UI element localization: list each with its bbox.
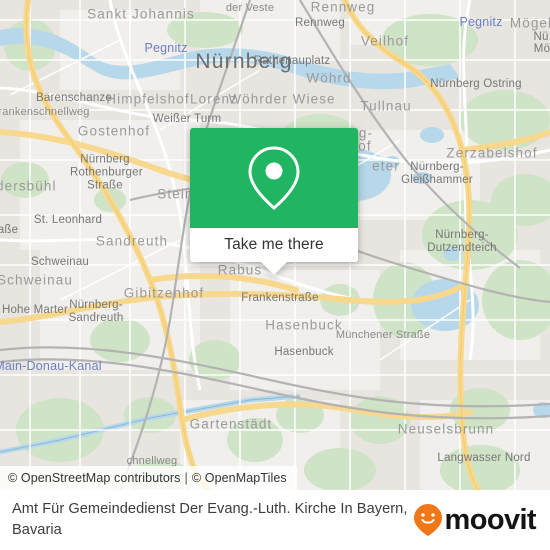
map-attribution[interactable]: © OpenStreetMap contributors | © OpenMap… (0, 466, 297, 490)
take-me-there-label: Take me there (224, 236, 324, 253)
map-screenshot: der Veste Sankt Johannis Rennweg Pegnitz Mög… (0, 0, 550, 550)
moovit-pin-face-icon (413, 504, 442, 536)
moovit-brand[interactable]: moovit (413, 503, 537, 537)
place-title: Amt Für Gemeindedienst Der Evang.-Luth. … (12, 500, 408, 538)
attribution-tiles[interactable]: © OpenMapTiles (192, 471, 287, 485)
take-me-there-button[interactable]: Take me there (190, 228, 358, 262)
moovit-wordmark: moovit (444, 503, 537, 536)
footer-bar: Amt Für Gemeindedienst Der Evang.-Luth. … (0, 490, 550, 550)
map-viewport[interactable]: der Veste Sankt Johannis Rennweg Pegnitz Mög… (0, 0, 550, 490)
map-pin-icon (248, 146, 300, 210)
popup-image (190, 128, 358, 228)
popup-pointer (260, 261, 288, 275)
attribution-osm[interactable]: © OpenStreetMap contributors (8, 471, 181, 485)
attribution-separator: | (184, 471, 188, 485)
location-popup[interactable]: Take me there (190, 128, 358, 275)
